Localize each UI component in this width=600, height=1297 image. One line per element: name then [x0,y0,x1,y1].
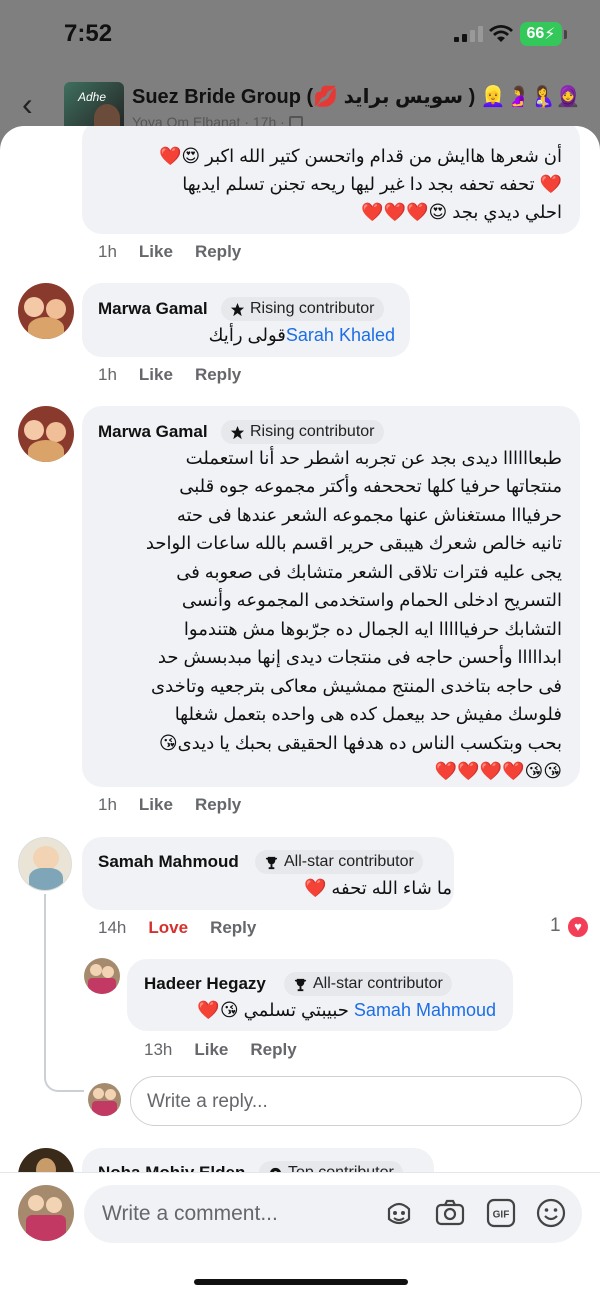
comment-author[interactable]: Marwa Gamal [98,299,208,319]
star-icon [230,425,245,439]
reply-button[interactable]: Reply [195,795,241,814]
emoji-icon[interactable] [535,1197,567,1229]
comment-text-line: أن شعرها هاايش من قدام واتحسن كتير الله … [158,146,562,166]
reply-button[interactable]: Reply [210,918,256,937]
reaction-count[interactable]: 1 [550,915,561,937]
star-icon [230,302,245,316]
group-thumbnail[interactable]: Adhe [64,82,124,132]
comment-actions: 1h Like Reply [98,795,263,815]
gif-icon[interactable]: GIF [485,1197,517,1229]
comment-author[interactable]: Hadeer Hegazy [144,974,266,994]
camera-icon[interactable] [434,1197,466,1229]
comment-text-line: 😘😘❤️❤️❤️❤️ [434,761,562,781]
avatar[interactable] [18,406,74,462]
comment-actions: 13h Like Reply [144,1040,319,1060]
comment-text-body: قولى رأيك [208,325,286,345]
comment-actions: 1h Like Reply [98,365,263,385]
like-button[interactable]: Like [139,242,173,261]
contributor-badge: All-star contributor [255,850,423,874]
comment-text: Sarah Khaledقولى رأيك [209,321,395,350]
comment-time: 1h [98,242,117,261]
my-avatar [18,1185,74,1241]
reply-button[interactable]: Reply [195,242,241,261]
badge-label: Rising contributor [250,300,375,317]
comment-actions: 1h Like Reply [98,242,263,262]
signal-icon [454,26,483,42]
comment-compose-bar: Write a comment... GIF [0,1172,600,1297]
battery-cap [564,30,567,39]
wifi-icon [489,25,513,42]
comment-author[interactable]: Samah Mahmoud [98,852,239,872]
like-button[interactable]: Like [139,795,173,814]
group-thumb-text: Adhe [78,90,107,104]
like-button[interactable]: Like [139,365,173,384]
comment-text-line: التشابك حرفيااااا ايه الجمال ده جرّبوها … [183,619,562,639]
comment-text-line: تانيه خالص شعرك هيبقى حرير اقسم بالله سا… [145,533,562,553]
reply-button[interactable]: Reply [250,1040,296,1059]
comment-text-line: بحب وبتكسب الناس ده هدفها الحقيقى بحبك ي… [158,733,562,753]
avatar[interactable] [18,283,74,339]
comment-time: 14h [98,918,127,937]
comment-text-line: ❤️ تحفه تحفه بجد دا غير ليها ريحه تجنن ت… [182,174,562,194]
reply-input[interactable]: Write a reply... [130,1076,582,1126]
comment-text: Samah Mahmoud حبيبتي تسلمي 😘❤️ [197,996,496,1025]
comments-sheet: أن شعرها هاايش من قدام واتحسن كتير الله … [0,126,600,1297]
like-button[interactable]: Like [194,1040,228,1059]
comment-text-line: فلوسك مفيش حد بيعمل كده هى واحده بتعمل ش… [174,704,562,724]
badge-label: Rising contributor [250,423,375,440]
mention-link[interactable]: Sarah Khaled [286,325,395,345]
my-avatar [88,1083,121,1116]
badge-label: All-star contributor [313,975,443,992]
comment-text-line: حرفيااا مستغناش عنها مجموعه الشعر عندها … [176,505,562,525]
clock: 7:52 [64,20,113,47]
reply-button[interactable]: Reply [195,365,241,384]
avatar[interactable] [84,958,120,994]
thread-line [44,894,84,1092]
avatar-sticker-icon[interactable] [383,1197,415,1229]
comment-text-line: التسريح ادخلى الحمام واستخدمى المجموعه و… [181,590,562,610]
badge-label: All-star contributor [284,853,414,870]
comment-text-line: يجى عليه فترات تلاقى الشعر متشابك فى صعو… [176,562,562,582]
comment-text-line: طبعاااااا ديدى بجد عن تجربه اشطر حد أنا … [185,448,562,468]
comment-actions: 14h Love Reply [98,918,278,938]
contributor-badge: Rising contributor [221,297,384,321]
svg-text:GIF: GIF [493,1210,510,1221]
contributor-badge: All-star contributor [284,972,452,996]
battery-level: 66 [526,25,545,42]
trophy-icon [294,978,307,991]
love-reaction-icon[interactable]: ♥ [566,915,590,939]
status-bar: 7:52 66 ⚡ [0,0,600,70]
trophy-icon [265,856,278,869]
comment-placeholder: Write a comment... [102,1202,278,1225]
comment-text-body: حبيبتي تسلمي 😘❤️ [197,1000,349,1020]
mention-link[interactable]: Samah Mahmoud [354,1000,496,1020]
love-button[interactable]: Love [148,918,188,937]
comment-text-line: ابدااااا وأحسن حاجه فى منتجات ديدى إنها … [157,647,562,667]
group-header: ‹ Adhe Suez Bride Group (💋 سويس برايد ) … [0,70,600,132]
comment-author[interactable]: Marwa Gamal [98,422,208,442]
comment-time: 1h [98,365,117,384]
comment-text-line: منتجاتها حرفيا كلها تحححفه وأكتر مجموعه … [179,476,562,496]
comment-text: ما شاء الله تحفه ❤️ [303,878,452,898]
avatar[interactable] [18,837,72,891]
comment-text-line: احلي ديدي بجد 😍❤️❤️❤️ [361,202,562,222]
back-chevron-icon[interactable]: ‹ [22,88,33,120]
contributor-badge: Rising contributor [221,420,384,444]
home-indicator [194,1279,408,1285]
group-title[interactable]: Suez Bride Group (💋 سويس برايد ) 👱‍♀️🤰🤱🧕 [132,84,580,109]
comment-text-line: فى حاجه بتاخدى المنتج ممشيش معاكى بترجعي… [151,676,562,696]
comment-time: 13h [144,1040,173,1059]
battery-indicator: 66 ⚡ [520,22,562,46]
comment-time: 1h [98,795,117,814]
